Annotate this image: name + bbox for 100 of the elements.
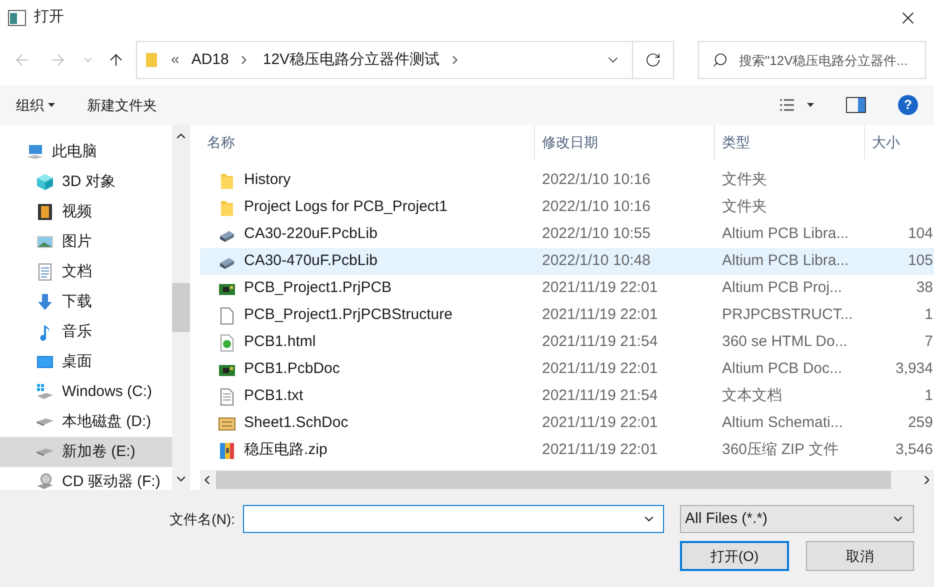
breadcrumb[interactable]: AD18 bbox=[191, 48, 229, 72]
nav-item[interactable]: 视频 bbox=[0, 197, 172, 227]
file-name-field[interactable] bbox=[243, 505, 664, 533]
search-icon bbox=[712, 52, 728, 68]
file-row[interactable]: 稳压电路.zip 2021/11/19 22:01 360压缩 ZIP 文件 3,546 bbox=[200, 437, 934, 464]
column-header[interactable]: 修改日期 bbox=[535, 125, 715, 160]
open-button[interactable]: 打开(O) bbox=[680, 541, 789, 571]
organize-menu-button[interactable]: 组织 bbox=[16, 94, 55, 116]
file-size: 38 bbox=[916, 278, 933, 298]
file-size: 7 bbox=[924, 332, 933, 352]
file-size: 104 bbox=[908, 224, 933, 244]
file-name: CA30-470uF.PcbLib bbox=[244, 251, 378, 272]
computer-icon bbox=[26, 143, 44, 161]
file-name-label: 文件名(N): bbox=[170, 510, 235, 529]
file-row[interactable]: History 2022/1/10 10:16 文件夹 bbox=[200, 167, 934, 194]
nav-item[interactable]: CD 驱动器 (F:) bbox=[0, 467, 172, 490]
new-folder-button[interactable]: 新建文件夹 bbox=[87, 94, 157, 116]
file-type-dropdown[interactable]: All Files (*.*) bbox=[680, 505, 914, 533]
file-type: Altium Schemati... bbox=[721, 413, 844, 434]
nav-item[interactable]: 文档 bbox=[0, 257, 172, 287]
caret-icon bbox=[807, 103, 814, 107]
browser-file-icon bbox=[218, 334, 236, 352]
archive-icon bbox=[218, 442, 236, 460]
schematic-icon bbox=[218, 414, 236, 432]
nav-item[interactable]: 桌面 bbox=[0, 347, 172, 377]
file-row[interactable]: CA30-470uF.PcbLib 2022/1/10 10:48 Altium PCB Libra... 105 bbox=[200, 248, 934, 275]
column-header[interactable]: 类型 bbox=[715, 125, 865, 160]
file-row[interactable]: CA30-220uF.PcbLib 2022/1/10 10:55 Altium PCB Libra... 104 bbox=[200, 221, 934, 248]
file-row[interactable]: PCB_Project1.PrjPCB 2021/11/19 22:01 Altium PCB Proj... 38 bbox=[200, 275, 934, 302]
nav-item[interactable]: 3D 对象 bbox=[0, 167, 172, 197]
nav-item[interactable]: 本地磁盘 (D:) bbox=[0, 407, 172, 437]
file-name: Sheet1.SchDoc bbox=[244, 413, 348, 434]
nav-item[interactable]: 图片 bbox=[0, 227, 172, 257]
nav-item[interactable]: 新加卷 (E:) bbox=[0, 437, 172, 467]
address-bar[interactable]: « AD18 12V稳压电路分立器件测试 bbox=[136, 41, 674, 79]
file-type: 360压缩 ZIP 文件 bbox=[721, 440, 840, 460]
file-size: 3,546 bbox=[895, 440, 933, 460]
cube-icon bbox=[36, 173, 54, 191]
file-row[interactable]: Project Logs for PCB_Project1 2022/1/10 10:16 文件夹 bbox=[200, 194, 934, 221]
horizontal-scrollbar[interactable] bbox=[200, 470, 934, 490]
file-name: PCB1.PcbDoc bbox=[244, 359, 340, 380]
folder-icon bbox=[218, 198, 236, 216]
column-header[interactable]: 名称 bbox=[200, 125, 535, 160]
drive-icon bbox=[36, 448, 54, 456]
file-row[interactable]: PCB1.html 2021/11/19 21:54 360 se HTML Do... 7 bbox=[200, 329, 934, 356]
file-name: PCB1.html bbox=[244, 332, 316, 352]
refresh-icon bbox=[645, 52, 661, 68]
modified-date: 2022/1/10 10:16 bbox=[541, 170, 652, 190]
file-type: 360 se HTML Do... bbox=[721, 332, 848, 352]
document-icon bbox=[36, 263, 54, 281]
modified-date: 2021/11/19 22:01 bbox=[541, 359, 659, 380]
column-header[interactable]: 大小 bbox=[865, 125, 934, 160]
file-type: 文件夹 bbox=[721, 170, 768, 190]
search-field[interactable]: 搜索"12V稳压电路分立器件... bbox=[698, 41, 926, 79]
desktop-icon bbox=[36, 353, 54, 371]
modified-date: 2022/1/10 10:55 bbox=[541, 224, 652, 244]
scrollbar-thumb[interactable] bbox=[172, 283, 190, 332]
text-file-icon bbox=[218, 388, 236, 406]
modified-date: 2021/11/19 22:01 bbox=[541, 278, 659, 298]
nav-item[interactable]: 此电脑 bbox=[0, 137, 172, 167]
breadcrumb[interactable]: 12V稳压电路分立器件测试 bbox=[262, 48, 440, 72]
file-name: CA30-220uF.PcbLib bbox=[244, 224, 378, 244]
scrollbar-thumb[interactable] bbox=[216, 471, 891, 489]
file-row[interactable]: Sheet1.SchDoc 2021/11/19 22:01 Altium Schemati... 259 bbox=[200, 410, 934, 437]
window-icon bbox=[8, 10, 26, 26]
nav-item[interactable]: 下载 bbox=[0, 287, 172, 317]
nav-item[interactable]: 音乐 bbox=[0, 317, 172, 347]
file-type: Altium PCB Libra... bbox=[721, 224, 850, 244]
file-type: 文本文档 bbox=[721, 386, 783, 406]
film-icon bbox=[36, 203, 54, 221]
nav-item[interactable]: Windows (C:) bbox=[0, 377, 172, 407]
download-arrow-icon bbox=[36, 293, 54, 311]
file-type: 文件夹 bbox=[721, 197, 768, 218]
preview-pane-button[interactable] bbox=[846, 97, 866, 113]
file-type: Altium PCB Proj... bbox=[721, 278, 844, 298]
modified-date: 2022/1/10 10:48 bbox=[541, 251, 652, 272]
help-button[interactable]: ? bbox=[898, 95, 918, 115]
file-size: 105 bbox=[908, 251, 933, 272]
file-type: Altium PCB Doc... bbox=[721, 359, 844, 380]
file-row[interactable]: PCB1.PcbDoc 2021/11/19 22:01 Altium PCB Doc... 3,934 bbox=[200, 356, 934, 383]
modified-date: 2021/11/19 22:01 bbox=[541, 305, 659, 326]
file-name: 稳压电路.zip bbox=[244, 440, 328, 460]
file-name: PCB_Project1.PrjPCB bbox=[244, 278, 392, 298]
file-icon bbox=[218, 306, 236, 324]
modified-date: 2021/11/19 22:01 bbox=[541, 413, 659, 434]
window-title: 打开 bbox=[34, 7, 64, 28]
file-name: Project Logs for PCB_Project1 bbox=[244, 197, 448, 218]
details-view-icon bbox=[779, 98, 795, 112]
file-size: 3,934 bbox=[895, 359, 933, 380]
file-size: 259 bbox=[908, 413, 933, 434]
file-size: 1 bbox=[924, 305, 933, 326]
image-icon bbox=[36, 233, 54, 251]
file-row[interactable]: PCB_Project1.PrjPCBStructure 2021/11/19 22:01 PRJPCBSTRUCT... 1 bbox=[200, 302, 934, 329]
drive-icon bbox=[36, 383, 54, 401]
file-row[interactable]: PCB1.txt 2021/11/19 21:54 文本文档 1 bbox=[200, 383, 934, 410]
cancel-button[interactable]: 取消 bbox=[806, 541, 914, 571]
vertical-scrollbar[interactable] bbox=[172, 125, 190, 490]
file-name: PCB1.txt bbox=[244, 386, 304, 406]
view-options-button[interactable] bbox=[779, 98, 814, 112]
overflow-chevron[interactable]: « bbox=[171, 48, 180, 72]
